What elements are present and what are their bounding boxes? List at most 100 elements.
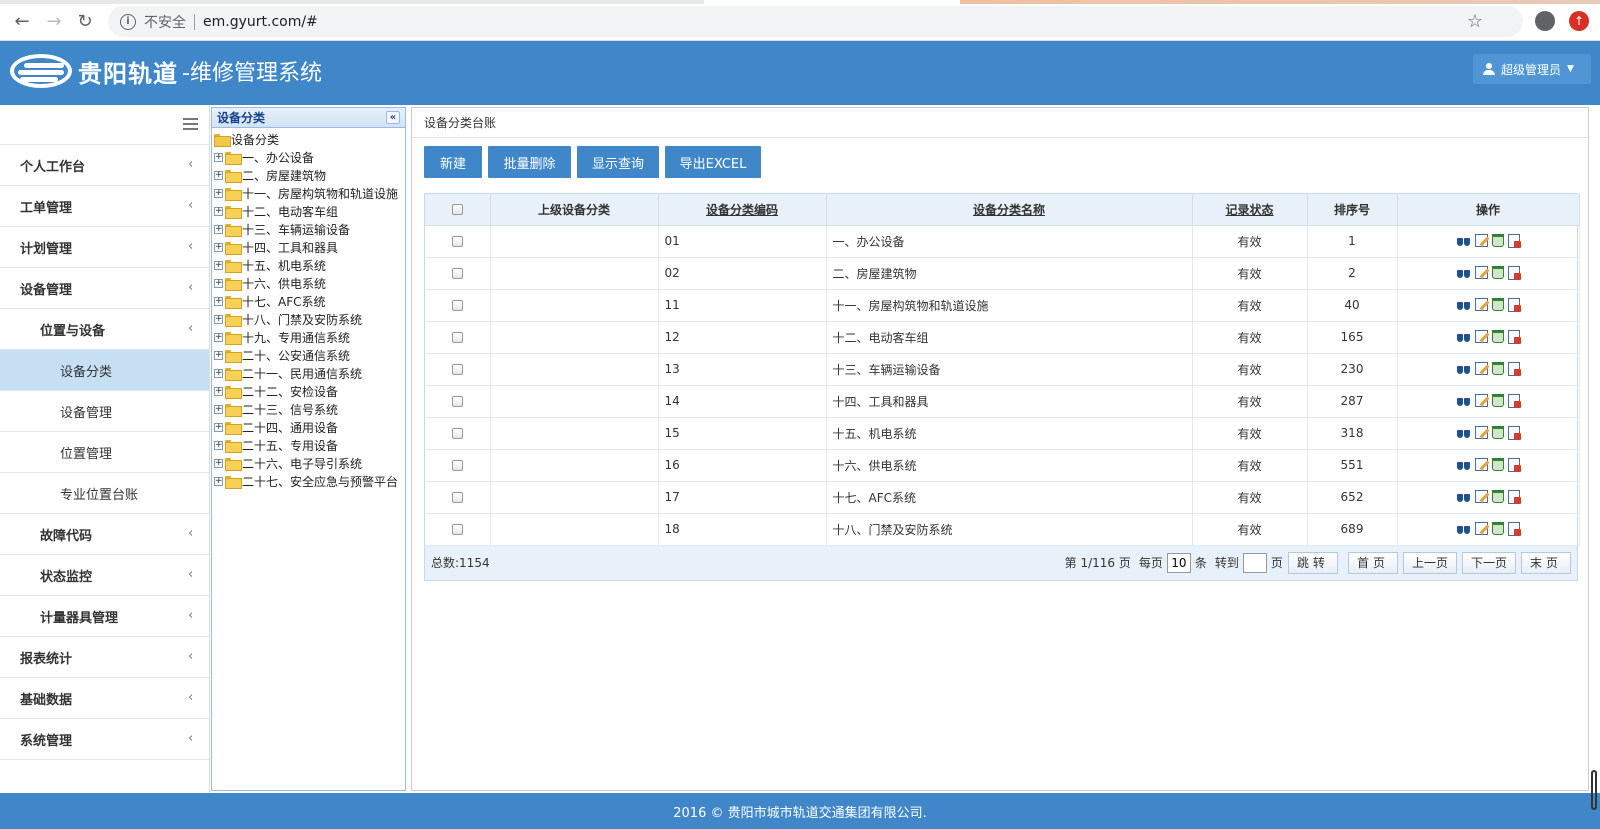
table-row[interactable]: 12 十二、电动客车组 有效 165	[425, 321, 1580, 354]
per-page-input[interactable]	[1166, 552, 1191, 573]
table-row[interactable]: 13 十三、车辆运输设备 有效 230	[425, 353, 1580, 386]
update-icon[interactable]: ↑	[1569, 11, 1589, 31]
column-header-status[interactable]: 记录状态	[1192, 194, 1308, 226]
sidebar-item[interactable]: 系统管理 ‹	[0, 719, 209, 760]
next-page-button[interactable]: 下一页	[1461, 551, 1516, 574]
edit-icon[interactable]	[1475, 426, 1488, 439]
binoculars-icon[interactable]	[1456, 490, 1471, 504]
expand-icon[interactable]: +	[214, 422, 223, 432]
edit-icon[interactable]	[1475, 394, 1488, 407]
expand-icon[interactable]: +	[214, 404, 223, 414]
table-row[interactable]: 15 十五、机电系统 有效 318	[425, 417, 1580, 450]
trash-icon[interactable]	[1492, 522, 1504, 535]
document-icon[interactable]	[1508, 522, 1521, 536]
edit-icon[interactable]	[1475, 330, 1488, 343]
row-checkbox[interactable]	[451, 236, 463, 247]
sidebar-item[interactable]: 设备管理 ‹	[0, 268, 209, 309]
goto-page-input[interactable]	[1242, 552, 1267, 573]
collapse-icon[interactable]: «	[386, 111, 400, 124]
expand-icon[interactable]: +	[214, 314, 223, 324]
row-checkbox[interactable]	[451, 396, 463, 407]
tree-node[interactable]: + 二、房屋建筑物	[214, 166, 405, 184]
expand-icon[interactable]: +	[214, 458, 223, 468]
last-page-button[interactable]: 末页	[1520, 551, 1571, 574]
row-checkbox[interactable]	[451, 300, 463, 311]
table-row[interactable]: 01 一、办公设备 有效 1	[425, 225, 1580, 258]
binoculars-icon[interactable]	[1456, 266, 1471, 280]
trash-icon[interactable]	[1492, 298, 1504, 311]
expand-icon[interactable]: +	[214, 152, 223, 162]
sidebar-item[interactable]: 故障代码 ‹	[0, 514, 209, 555]
sidebar-item[interactable]: 计划管理 ‹	[0, 227, 209, 268]
tree-node[interactable]: + 二十二、安检设备	[214, 382, 405, 400]
table-row[interactable]: 16 十六、供电系统 有效 551	[425, 449, 1580, 482]
tree-node[interactable]: + 十六、供电系统	[214, 274, 405, 292]
document-icon[interactable]	[1508, 426, 1521, 440]
jump-button[interactable]: 跳转	[1287, 551, 1338, 574]
binoculars-icon[interactable]	[1456, 426, 1471, 440]
column-header-code[interactable]: 设备分类编码	[658, 194, 827, 226]
sidebar-item[interactable]: 工单管理 ‹	[0, 186, 209, 227]
tree-node[interactable]: + 十九、专用通信系统	[214, 328, 405, 346]
expand-icon[interactable]: +	[214, 332, 223, 342]
edit-icon[interactable]	[1475, 490, 1488, 503]
document-icon[interactable]	[1508, 266, 1521, 280]
tree-node[interactable]: + 十四、工具和器具	[214, 238, 405, 256]
select-all-checkbox[interactable]	[451, 204, 463, 216]
tree-node[interactable]: + 十五、机电系统	[214, 256, 405, 274]
row-checkbox[interactable]	[451, 268, 463, 279]
row-checkbox[interactable]	[451, 492, 463, 503]
address-bar[interactable]: i 不安全 em.gyurt.com/# ☆	[108, 6, 1523, 37]
tree-node[interactable]: + 二十三、信号系统	[214, 400, 405, 418]
document-icon[interactable]	[1508, 234, 1521, 248]
expand-icon[interactable]: +	[214, 350, 223, 360]
row-checkbox[interactable]	[451, 460, 463, 471]
trash-icon[interactable]	[1492, 362, 1504, 375]
expand-icon[interactable]: +	[214, 440, 223, 450]
sidebar-item[interactable]: 报表统计 ‹	[0, 637, 209, 678]
document-icon[interactable]	[1508, 330, 1521, 344]
tree-node[interactable]: + 一、办公设备	[214, 148, 405, 166]
edit-icon[interactable]	[1475, 522, 1488, 535]
tree-node[interactable]: + 十一、房屋构筑物和轨道设施	[214, 184, 405, 202]
star-icon[interactable]: ☆	[1467, 11, 1483, 32]
binoculars-icon[interactable]	[1456, 394, 1471, 408]
binoculars-icon[interactable]	[1456, 362, 1471, 376]
tree-root[interactable]: 设备分类	[214, 130, 405, 148]
export-excel-button[interactable]: 导出EXCEL	[665, 146, 761, 178]
expand-icon[interactable]: +	[214, 188, 223, 198]
edit-icon[interactable]	[1475, 298, 1488, 311]
sidebar-item[interactable]: 基础数据 ‹	[0, 678, 209, 719]
trash-icon[interactable]	[1492, 234, 1504, 247]
tree-node[interactable]: + 二十六、电子导引系统	[214, 454, 405, 472]
first-page-button[interactable]: 首页	[1347, 551, 1398, 574]
document-icon[interactable]	[1508, 490, 1521, 504]
sidebar-item[interactable]: 位置与设备 ‹	[0, 309, 209, 350]
batch-delete-button[interactable]: 批量删除	[488, 146, 571, 178]
edit-icon[interactable]	[1475, 234, 1488, 247]
table-row[interactable]: 02 二、房屋建筑物 有效 2	[425, 257, 1580, 290]
trash-icon[interactable]	[1492, 266, 1504, 279]
binoculars-icon[interactable]	[1456, 298, 1471, 312]
expand-icon[interactable]: +	[214, 260, 223, 270]
document-icon[interactable]	[1508, 458, 1521, 472]
binoculars-icon[interactable]	[1456, 234, 1471, 248]
column-header-name[interactable]: 设备分类名称	[826, 194, 1193, 226]
edit-icon[interactable]	[1475, 458, 1488, 471]
edit-icon[interactable]	[1475, 266, 1488, 279]
sidebar-item[interactable]: 计量器具管理 ‹	[0, 596, 209, 637]
tree-node[interactable]: + 二十、公安通信系统	[214, 346, 405, 364]
user-menu-button[interactable]: 超级管理员 ▼	[1473, 54, 1591, 84]
expand-icon[interactable]: +	[214, 170, 223, 180]
trash-icon[interactable]	[1492, 330, 1504, 343]
back-icon[interactable]: ←	[10, 9, 34, 33]
trash-icon[interactable]	[1492, 394, 1504, 407]
row-checkbox[interactable]	[451, 332, 463, 343]
tree-node[interactable]: + 十八、门禁及安防系统	[214, 310, 405, 328]
expand-icon[interactable]: +	[214, 386, 223, 396]
account-icon[interactable]	[1535, 11, 1555, 31]
new-button[interactable]: 新建	[424, 146, 482, 178]
tree-node[interactable]: + 十七、AFC系统	[214, 292, 405, 310]
trash-icon[interactable]	[1492, 458, 1504, 471]
tree-node[interactable]: + 二十七、安全应急与预警平台	[214, 472, 405, 490]
